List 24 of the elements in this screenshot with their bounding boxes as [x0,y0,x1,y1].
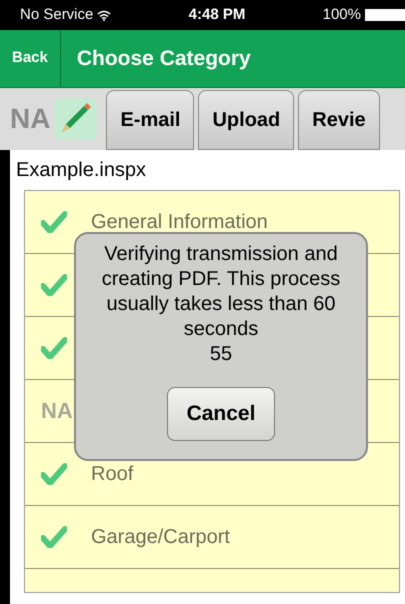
pencil-icon[interactable] [54,98,96,140]
cancel-button[interactable]: Cancel [167,387,275,441]
checkmark-icon [41,337,67,359]
dialog-message: Verifying transmission and creating PDF. This process usually takes less than 60 seconds [100,242,342,342]
file-name: Example.inspx [15,158,148,183]
checkmark-icon [41,463,67,485]
toolbar-button[interactable]: E-mail [106,90,194,150]
clock-label: 4:48 PM [188,4,246,25]
na-label: NA [41,400,73,422]
toolbar-button[interactable]: Upload [198,90,294,150]
na-label: NA [10,102,50,136]
checkmark-icon [41,211,67,233]
category-label: Roof [91,462,134,487]
wifi-icon [97,10,112,20]
checkmark-icon [41,526,67,548]
checkmark-icon [41,274,67,296]
nav-title: Choose Category [76,46,251,72]
category-label: General Information [91,210,268,235]
toolbar-button[interactable]: Revie [298,90,380,150]
carrier-label: No Service [20,4,94,25]
battery-label: 100% [322,4,361,25]
category-label: Garage/Carport [91,525,230,550]
battery-icon [365,9,405,21]
countdown-label: 55 [210,342,232,367]
